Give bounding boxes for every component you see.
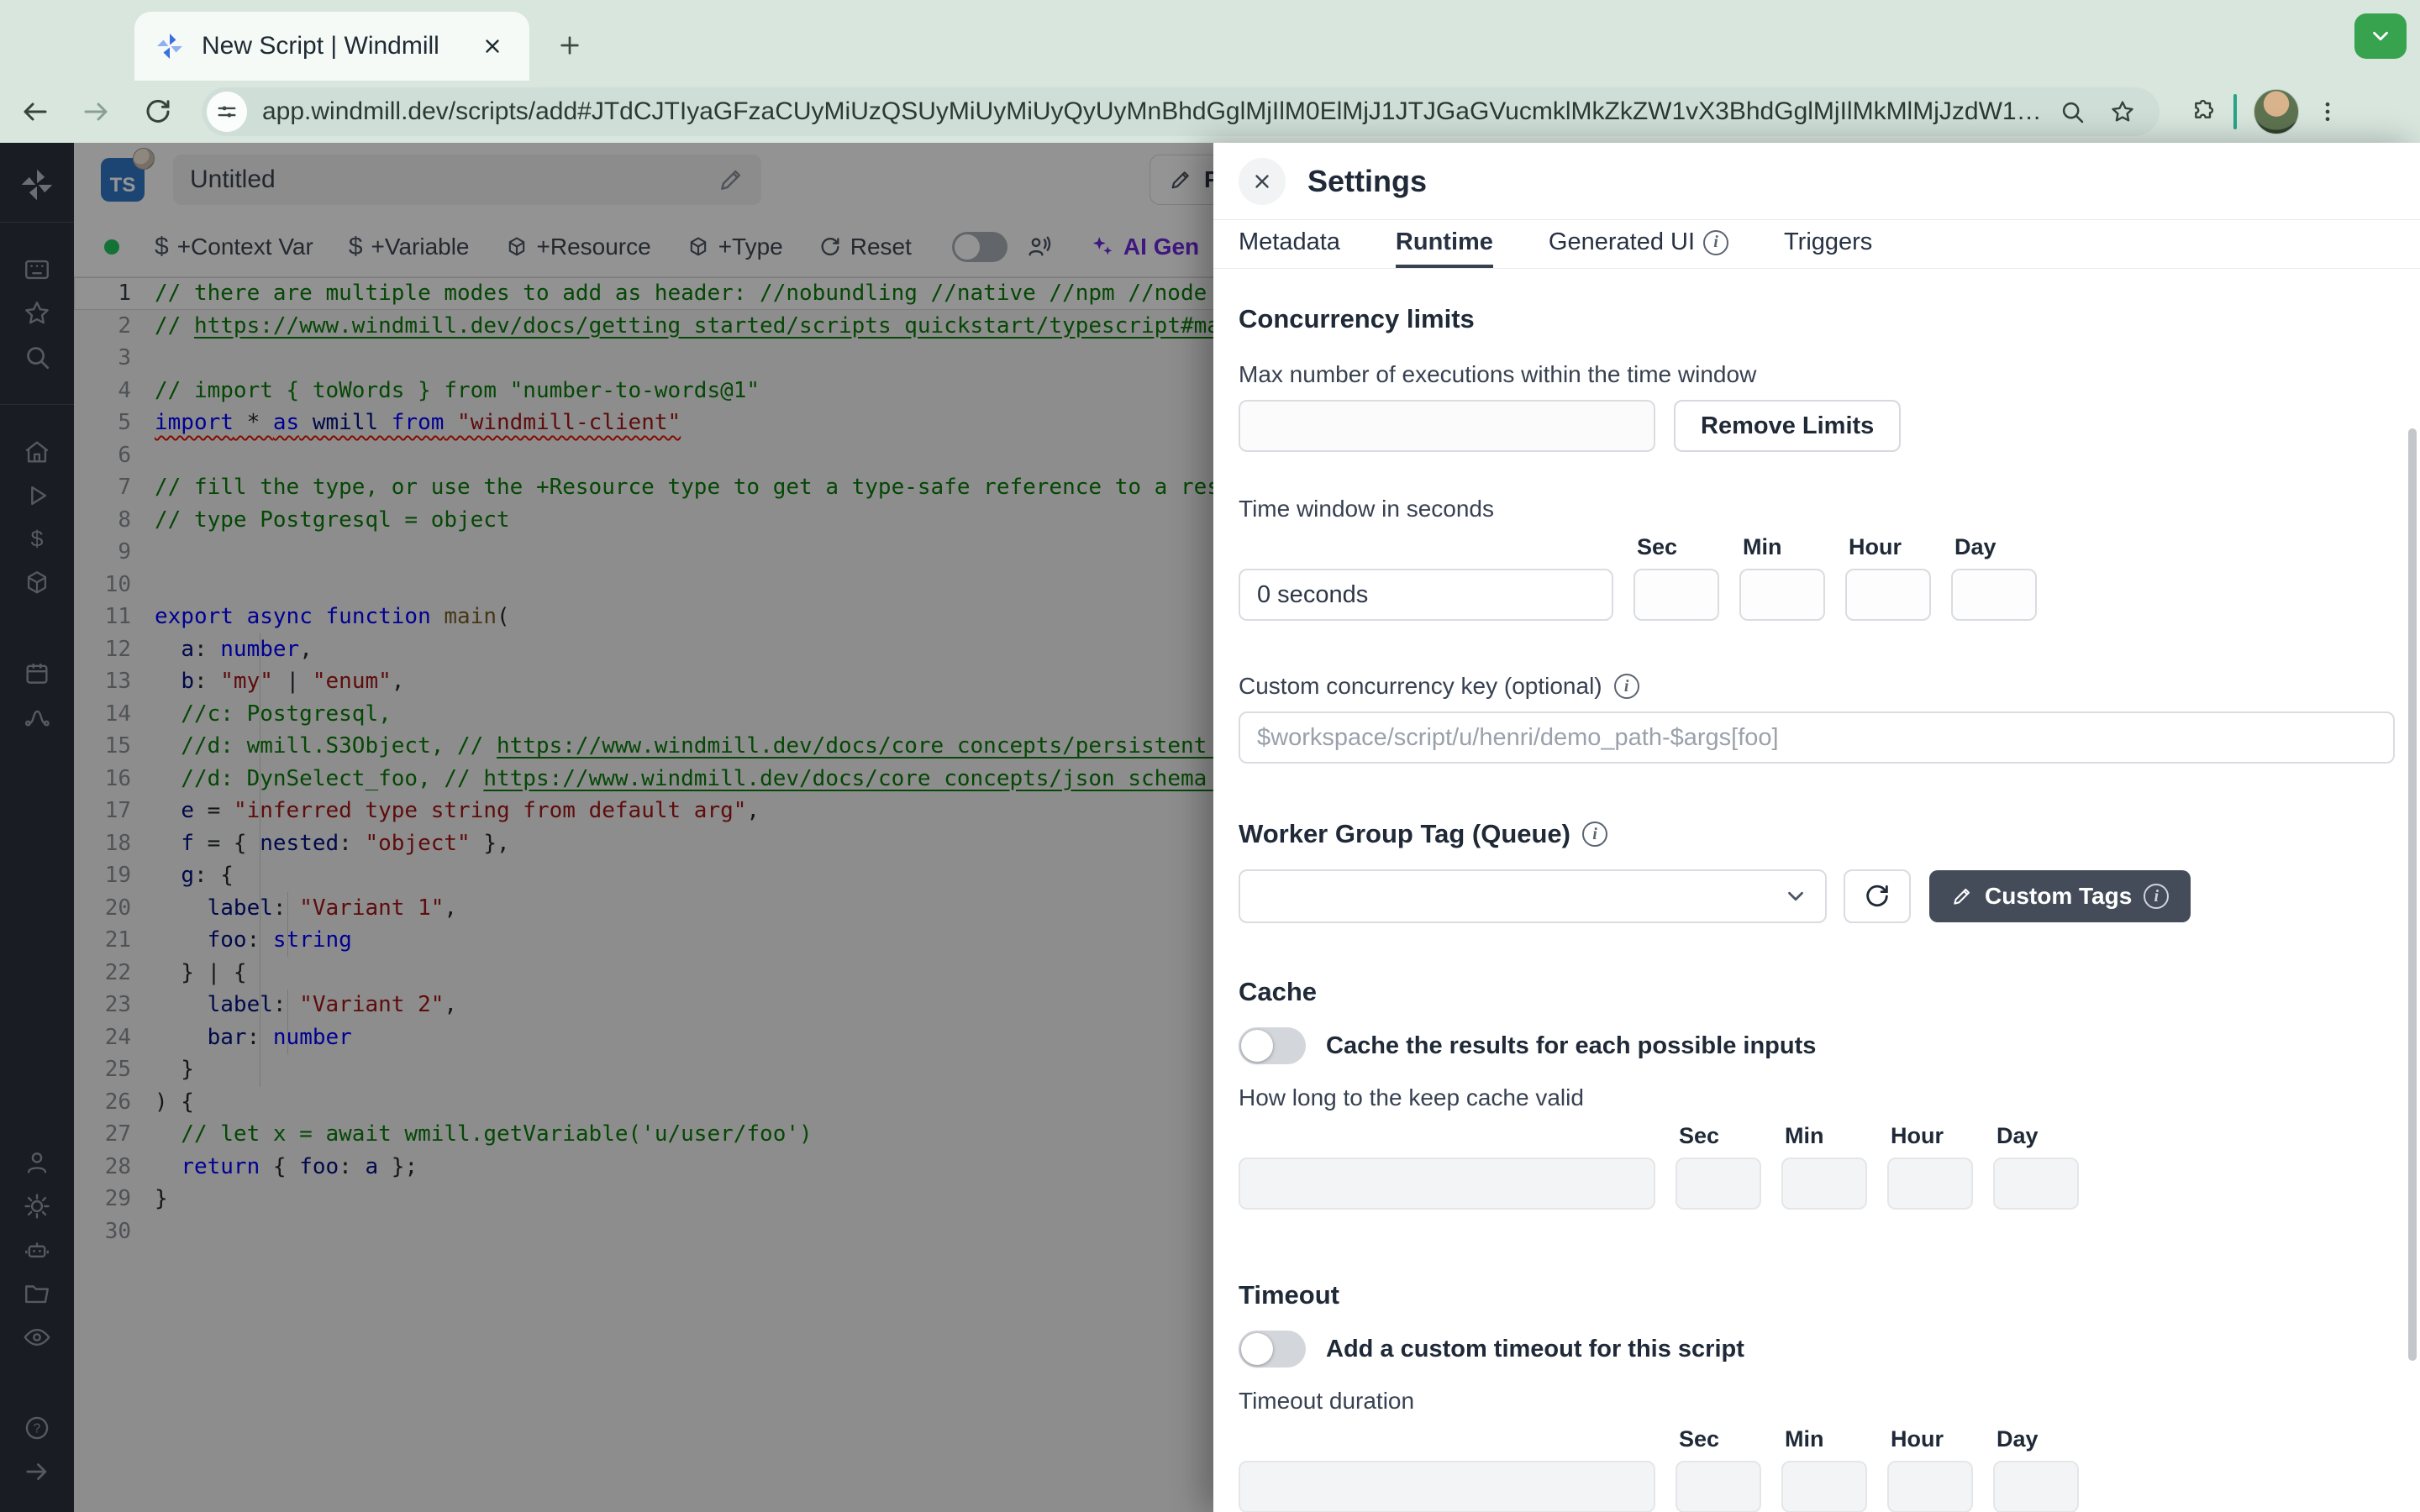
avatar[interactable]	[2254, 89, 2299, 134]
site-settings-icon[interactable]	[207, 92, 247, 132]
unit-input-hour[interactable]	[1887, 1461, 1973, 1512]
worker-group-select[interactable]	[1239, 869, 1827, 923]
custom-key-placeholder: $workspace/script/u/henri/demo_path-$arg…	[1257, 724, 1779, 752]
pencil-icon	[1951, 885, 1973, 907]
unit-label-sec: Sec	[1634, 534, 1719, 560]
extensions-icon[interactable]	[2181, 90, 2225, 134]
new-tab-button[interactable]	[548, 24, 592, 67]
remove-limits-button[interactable]: Remove Limits	[1674, 400, 1901, 452]
settings-tabs: Metadata Runtime Generated UI i Triggers	[1213, 220, 2420, 269]
browser-chrome: New Script | Windmill app.windmill.dev/s…	[0, 0, 2420, 143]
info-icon: i	[1703, 230, 1728, 255]
tab-title: New Script | Windmill	[202, 32, 476, 60]
tab-generated-ui[interactable]: Generated UI i	[1549, 220, 1728, 268]
unit-label-hour: Hour	[1845, 534, 1931, 560]
timeout-heading: Timeout	[1239, 1280, 2395, 1310]
tab-strip: New Script | Windmill	[0, 0, 2420, 81]
unit-label-hour: Hour	[1887, 1426, 1973, 1452]
bookmark-star-icon[interactable]	[2101, 90, 2144, 134]
info-icon: i	[1582, 822, 1607, 847]
unit-label-day: Day	[1951, 534, 2037, 560]
timeout-toggle[interactable]	[1239, 1331, 1306, 1368]
unit-label-day: Day	[1993, 1123, 2079, 1149]
time-window-value: 0 seconds	[1257, 581, 1368, 609]
unit-input-hour[interactable]	[1845, 569, 1931, 621]
cache-duration-label: How long to the keep cache valid	[1239, 1084, 2395, 1111]
drawer-backdrop[interactable]	[0, 143, 1213, 1512]
unit-label-min: Min	[1739, 534, 1825, 560]
unit-input-day[interactable]	[1951, 569, 2037, 621]
cache-duration-input[interactable]	[1239, 1158, 1655, 1210]
info-icon: i	[2144, 884, 2169, 909]
unit-input-day[interactable]	[1993, 1158, 2079, 1210]
forward-icon[interactable]	[72, 88, 119, 135]
refresh-icon	[1863, 882, 1891, 911]
tab-triggers[interactable]: Triggers	[1784, 220, 1872, 268]
info-icon: i	[1614, 674, 1639, 699]
browser-tab[interactable]: New Script | Windmill	[134, 12, 529, 81]
refresh-tags-button[interactable]	[1844, 869, 1911, 923]
unit-input-min[interactable]	[1739, 569, 1825, 621]
timeout-duration-input[interactable]	[1239, 1461, 1655, 1512]
browser-toolbar: app.windmill.dev/scripts/add#JTdCJTIyaGF…	[0, 81, 2420, 143]
windmill-favicon	[155, 31, 185, 61]
unit-input-min[interactable]	[1781, 1461, 1867, 1512]
tab-generated-ui-label: Generated UI	[1549, 228, 1695, 256]
drawer-scrollbar[interactable]	[2408, 428, 2417, 1361]
tab-runtime[interactable]: Runtime	[1396, 220, 1493, 268]
worker-group-heading: Worker Group Tag (Queue)	[1239, 819, 1570, 849]
custom-tags-button[interactable]: Custom Tags i	[1929, 870, 2191, 922]
max-executions-input[interactable]	[1239, 400, 1655, 452]
zoom-icon[interactable]	[2050, 90, 2094, 134]
browser-menu-icon[interactable]	[2309, 90, 2346, 134]
reload-icon[interactable]	[134, 88, 182, 135]
tab-metadata[interactable]: Metadata	[1239, 220, 1340, 268]
timeout-duration-label: Timeout duration	[1239, 1388, 2395, 1415]
unit-label-sec: Sec	[1676, 1426, 1761, 1452]
cache-toggle-label: Cache the results for each possible inpu…	[1326, 1032, 1816, 1060]
url-text[interactable]: app.windmill.dev/scripts/add#JTdCJTIyaGF…	[262, 97, 2044, 126]
unit-input-sec[interactable]	[1676, 1158, 1761, 1210]
max-executions-label: Max number of executions within the time…	[1239, 361, 2395, 388]
address-bar[interactable]: app.windmill.dev/scripts/add#JTdCJTIyaGF…	[202, 87, 2160, 136]
unit-label-min: Min	[1781, 1123, 1867, 1149]
close-icon[interactable]	[1239, 158, 1286, 205]
settings-drawer: Settings Metadata Runtime Generated UI i…	[1213, 143, 2420, 1512]
settings-title: Settings	[1307, 164, 1427, 199]
unit-label-sec: Sec	[1676, 1123, 1761, 1149]
runtime-panel: Concurrency limits Max number of executi…	[1213, 304, 2420, 1512]
back-icon[interactable]	[12, 88, 59, 135]
browser-profile-chevron-button[interactable]	[2354, 13, 2407, 59]
unit-input-hour[interactable]	[1887, 1158, 1973, 1210]
app-page: TS Untitled Path $ +Context Var $ +Varia…	[0, 143, 2420, 1512]
cache-heading: Cache	[1239, 977, 2395, 1007]
unit-input-min[interactable]	[1781, 1158, 1867, 1210]
time-window-input[interactable]: 0 seconds	[1239, 569, 1613, 621]
custom-tags-label: Custom Tags	[1985, 883, 2132, 910]
unit-label-day: Day	[1993, 1426, 2079, 1452]
unit-input-sec[interactable]	[1676, 1461, 1761, 1512]
unit-label-min: Min	[1781, 1426, 1867, 1452]
concurrency-heading: Concurrency limits	[1239, 304, 2395, 334]
custom-key-label: Custom concurrency key (optional)	[1239, 673, 1602, 700]
unit-input-sec[interactable]	[1634, 569, 1719, 621]
timeout-toggle-label: Add a custom timeout for this script	[1326, 1336, 1744, 1363]
unit-input-day[interactable]	[1993, 1461, 2079, 1512]
chevron-down-icon	[1783, 884, 1808, 909]
time-window-label: Time window in seconds	[1239, 496, 2395, 522]
settings-header: Settings	[1213, 143, 2420, 220]
cache-toggle[interactable]	[1239, 1027, 1306, 1064]
unit-label-hour: Hour	[1887, 1123, 1973, 1149]
custom-concurrency-key-input[interactable]: $workspace/script/u/henri/demo_path-$arg…	[1239, 711, 2395, 764]
tab-close-icon[interactable]	[476, 29, 509, 63]
toolbar-separator	[2233, 94, 2237, 129]
